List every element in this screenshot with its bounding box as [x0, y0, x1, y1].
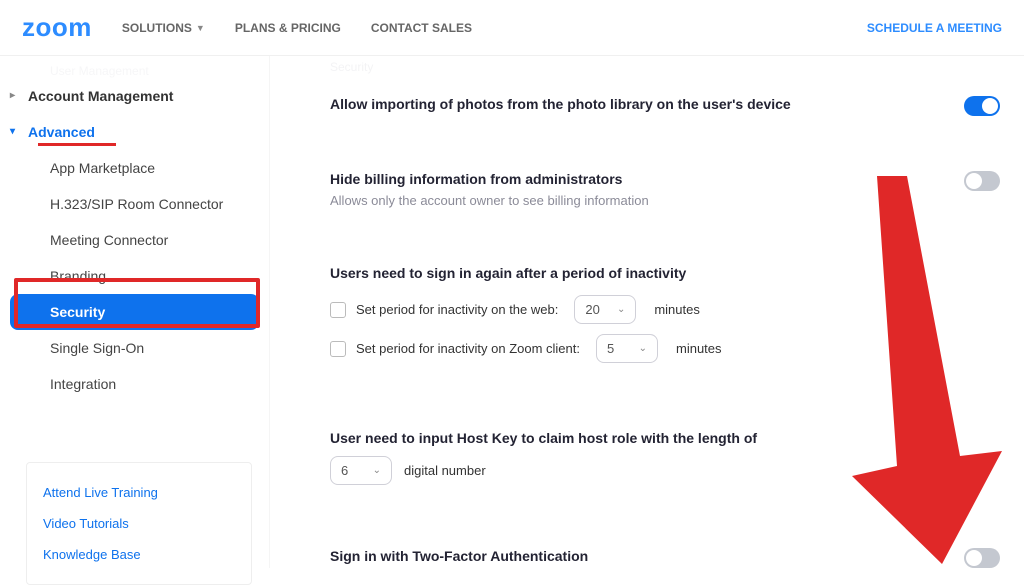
setting-hide-billing-desc: Allows only the account owner to see bil…: [330, 193, 944, 208]
sidebar-item-branding[interactable]: Branding: [10, 258, 259, 294]
help-video-tutorials[interactable]: Video Tutorials: [43, 508, 235, 539]
help-live-training[interactable]: Attend Live Training: [43, 477, 235, 508]
select-inactivity-client[interactable]: 5 ⌄: [596, 334, 658, 363]
toggle-knob: [966, 550, 982, 566]
sidebar-item-security[interactable]: Security: [10, 294, 259, 330]
caret-down-icon: ▼: [196, 23, 205, 33]
inactivity-client-label: Set period for inactivity on Zoom client…: [356, 341, 580, 356]
nav-plans-pricing[interactable]: PLANS & PRICING: [235, 21, 341, 35]
setting-two-factor: Sign in with Two-Factor Authentication B…: [330, 526, 1000, 568]
nav-items: SOLUTIONS ▼ PLANS & PRICING CONTACT SALE…: [122, 21, 472, 35]
content-breadcrumb: Security: [330, 56, 1000, 74]
select-inactivity-web-value: 20: [585, 302, 599, 317]
sidebar: User Management ▸ Account Management ▾ A…: [0, 56, 270, 568]
host-key-suffix: digital number: [404, 463, 486, 478]
select-inactivity-client-value: 5: [607, 341, 614, 356]
sidebar-item-h323-sip[interactable]: H.323/SIP Room Connector: [10, 186, 259, 222]
setting-inactivity-title: Users need to sign in again after a peri…: [330, 265, 1000, 281]
annotation-underline: [38, 143, 116, 146]
chevron-down-icon: ⌄: [373, 465, 381, 476]
help-knowledge-base[interactable]: Knowledge Base: [43, 539, 235, 570]
toggle-knob: [982, 98, 998, 114]
setting-hide-billing-title: Hide billing information from administra…: [330, 171, 944, 187]
chevron-down-icon: ⌄: [617, 304, 625, 315]
zoom-logo[interactable]: zoom: [22, 12, 92, 43]
sidebar-account-management[interactable]: ▸ Account Management: [10, 78, 259, 114]
setting-allow-photo-title: Allow importing of photos from the photo…: [330, 96, 944, 112]
top-navigation: zoom SOLUTIONS ▼ PLANS & PRICING CONTACT…: [0, 0, 1024, 56]
inactivity-web-label: Set period for inactivity on the web:: [356, 302, 558, 317]
help-box: Attend Live Training Video Tutorials Kno…: [26, 462, 252, 585]
select-inactivity-web[interactable]: 20 ⌄: [574, 295, 636, 324]
setting-inactivity: Users need to sign in again after a peri…: [330, 243, 1000, 384]
toggle-two-factor[interactable]: [964, 548, 1000, 568]
sidebar-advanced[interactable]: ▾ Advanced: [10, 114, 259, 150]
checkbox-inactivity-client[interactable]: [330, 341, 346, 357]
setting-two-factor-title: Sign in with Two-Factor Authentication: [330, 548, 944, 564]
page-body: User Management ▸ Account Management ▾ A…: [0, 56, 1024, 568]
setting-hide-billing: Hide billing information from administra…: [330, 149, 1000, 219]
content-area: Security Allow importing of photos from …: [270, 56, 1024, 568]
sidebar-truncated-item: User Management: [10, 64, 259, 78]
sidebar-account-management-label: Account Management: [28, 88, 173, 104]
host-key-row: 6 ⌄ digital number: [330, 456, 1000, 485]
chevron-right-icon: ▸: [10, 90, 15, 101]
select-host-key-length[interactable]: 6 ⌄: [330, 456, 392, 485]
sidebar-item-integration[interactable]: Integration: [10, 366, 259, 402]
toggle-allow-photo[interactable]: [964, 96, 1000, 116]
toggle-knob: [966, 173, 982, 189]
schedule-meeting-link[interactable]: SCHEDULE A MEETING: [867, 21, 1002, 35]
minutes-label: minutes: [676, 341, 722, 356]
toggle-hide-billing[interactable]: [964, 171, 1000, 191]
select-host-key-value: 6: [341, 463, 348, 478]
chevron-down-icon: ▾: [10, 126, 15, 137]
setting-host-key: User need to input Host Key to claim hos…: [330, 408, 1000, 496]
inactivity-web-row: Set period for inactivity on the web: 20…: [330, 295, 1000, 324]
sidebar-item-app-marketplace[interactable]: App Marketplace: [10, 150, 259, 186]
setting-host-key-title: User need to input Host Key to claim hos…: [330, 430, 1000, 446]
setting-allow-photo-import: Allow importing of photos from the photo…: [330, 74, 1000, 129]
nav-solutions-label: SOLUTIONS: [122, 21, 192, 35]
inactivity-client-row: Set period for inactivity on Zoom client…: [330, 334, 1000, 363]
sidebar-advanced-label: Advanced: [28, 124, 95, 140]
nav-solutions[interactable]: SOLUTIONS ▼: [122, 21, 205, 35]
sidebar-item-meeting-connector[interactable]: Meeting Connector: [10, 222, 259, 258]
checkbox-inactivity-web[interactable]: [330, 302, 346, 318]
nav-contact-sales[interactable]: CONTACT SALES: [371, 21, 472, 35]
sidebar-item-sso[interactable]: Single Sign-On: [10, 330, 259, 366]
chevron-down-icon: ⌄: [639, 343, 647, 354]
minutes-label: minutes: [654, 302, 700, 317]
